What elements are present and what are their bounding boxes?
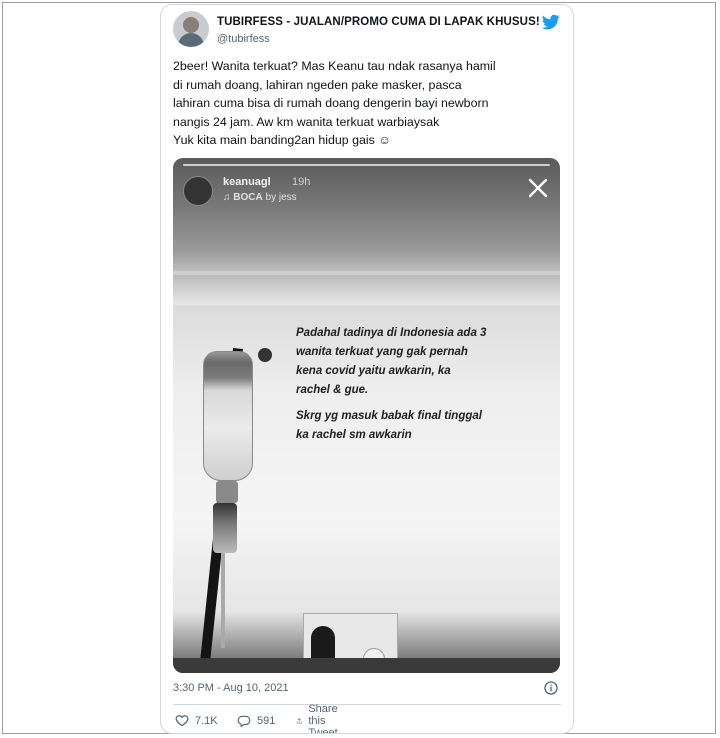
info-icon[interactable] [543,680,559,696]
story-caption: Padahal tadinya di Indonesia ada 3 wanit… [296,324,546,445]
tweet-text-line: nangis 24 jam. Aw km wanita terkuat warb… [173,114,440,129]
tweet-text: 2beer! Wanita terkuat? Mas Keanu tau nda… [173,57,565,150]
bottom-shadow [173,658,560,673]
tweet-media-image[interactable]: keanuagl 19h ♫ BOCA by jess Padahal tadi… [173,158,560,673]
tweet-card[interactable]: TUBIRFESS - JUALAN/PROMO CUMA DI LAPAK K… [160,4,574,734]
avatar-body [178,33,204,47]
iv-hook [258,348,272,362]
share-button[interactable]: Share this Tweet [296,703,345,733]
divider [173,704,561,705]
like-count: 7.1K [195,715,218,727]
avatar[interactable] [173,11,209,47]
close-icon [528,178,548,198]
story-username: keanuagl [223,176,271,188]
iv-drip-chamber [213,503,237,553]
tweet-text-line: Yuk kita main banding2an hidup gais ☺ [173,133,391,147]
caption-gap [296,400,546,407]
caption-line: rachel & gue. [296,384,369,396]
story-time: 19h [292,176,311,188]
story-avatar [183,176,213,206]
iv-bag [203,351,253,481]
share-label: Share this Tweet [308,703,338,734]
tweet-text-line: 2beer! Wanita terkuat? Mas Keanu tau nda… [173,59,496,73]
music-artist: by jess [265,192,297,203]
tweet-text-line: di rumah doang, lahiran ngeden pake mask… [173,77,462,92]
reply-icon [237,715,251,728]
share-icon [296,718,302,724]
tweet-text-line: lahiran cuma bisa di rumah doang dengeri… [173,96,489,110]
reply-count: 591 [257,715,276,727]
reply-button[interactable]: 591 [237,712,275,730]
user-handle[interactable]: @tubirfess [217,33,270,45]
like-button[interactable]: 7.1K [175,712,218,730]
caption-line: ka rachel sm awkarin [296,429,412,441]
caption-line: kena covid yaitu awkarin, ka [296,365,451,377]
heart-icon [175,715,189,727]
iv-tube [221,553,225,648]
tweet-header: TUBIRFESS - JUALAN/PROMO CUMA DI LAPAK K… [173,11,561,51]
music-title: BOCA [233,192,263,203]
caption-line: Skrg yg masuk babak final tinggal [296,410,482,422]
caption-line: Padahal tadinya di Indonesia ada 3 [296,327,487,339]
display-name[interactable]: TUBIRFESS - JUALAN/PROMO CUMA DI LAPAK K… [217,16,540,28]
screenshot-frame: TUBIRFESS - JUALAN/PROMO CUMA DI LAPAK K… [2,2,716,734]
ceiling-shadow [173,275,560,305]
caption-line: wanita terkuat yang gak pernah [296,346,468,358]
story-music: ♫ BOCA by jess [223,192,297,203]
story-progress-bar [183,164,550,166]
twitter-bird-icon[interactable] [541,13,561,31]
avatar-head [183,17,199,33]
iv-bag-neck [216,481,238,503]
music-note-icon: ♫ [223,192,231,203]
tweet-timestamp[interactable]: 3:30 PM - Aug 10, 2021 [173,682,289,694]
